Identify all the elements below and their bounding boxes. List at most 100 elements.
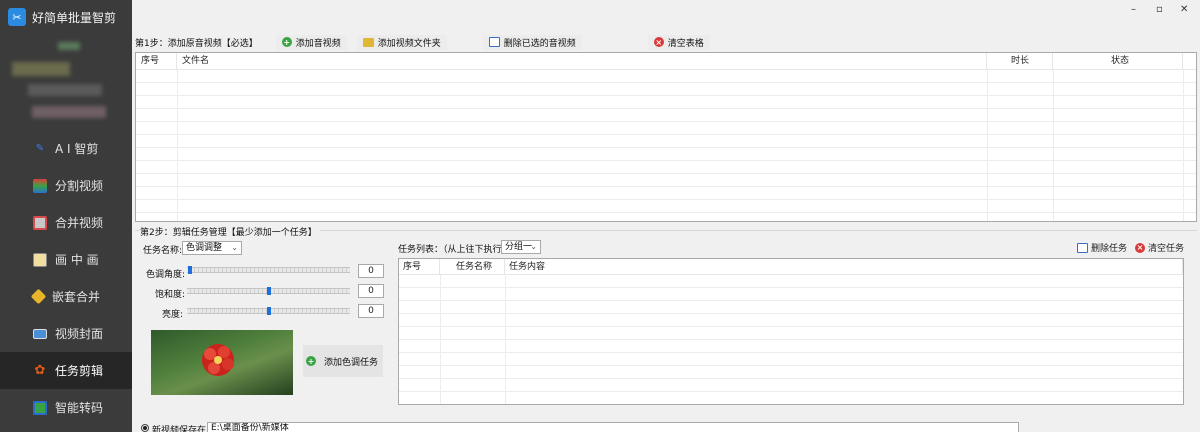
column-header-duration[interactable]: 时长 xyxy=(987,53,1053,69)
delete-task-button[interactable]: 删除任务 xyxy=(1076,241,1127,254)
add-folder-button[interactable]: 添加视频文件夹 xyxy=(356,34,447,50)
task-table[interactable]: 序号 任务名称 任务内容 xyxy=(398,258,1184,405)
minimize-button[interactable]: – xyxy=(1131,4,1136,15)
column-divider xyxy=(505,275,506,404)
add-video-label: 添加音视频 xyxy=(295,38,341,49)
task-name-label: 任务名称: xyxy=(143,246,183,256)
file-table-header: 序号 文件名 时长 状态 xyxy=(136,53,1196,70)
task-group-select[interactable]: 分组一 ⌄ xyxy=(501,240,541,254)
column-divider xyxy=(177,70,178,221)
ai-icon: ✎ xyxy=(35,143,45,154)
chevron-down-icon: ⌄ xyxy=(231,243,238,252)
clear-icon: × xyxy=(653,37,664,47)
add-folder-label: 添加视频文件夹 xyxy=(377,38,441,49)
save-location-bar: 新视频保存在: E:\桌面备份\新媒体 xyxy=(135,420,1200,432)
sidebar-item-label: 嵌套合并 xyxy=(52,290,101,304)
task-name-select[interactable]: 色调调整 ⌄ xyxy=(182,241,242,255)
saturation-label: 饱和度: xyxy=(155,290,186,300)
file-table-body xyxy=(136,70,1196,221)
sidebar-item-merge-video[interactable]: 合并视频 xyxy=(0,204,132,241)
blurred-account-info xyxy=(58,42,80,50)
column-divider xyxy=(987,70,988,221)
app-title: 好简单批量智剪 xyxy=(32,10,117,25)
sidebar-item-label: 合并视频 xyxy=(55,216,104,230)
blurred-account-info xyxy=(28,84,102,96)
delete-task-label: 删除任务 xyxy=(1090,244,1127,254)
file-table[interactable]: 序号 文件名 时长 状态 xyxy=(135,52,1197,222)
save-location-radio[interactable] xyxy=(141,424,149,432)
close-button[interactable]: ✕ xyxy=(1180,4,1188,15)
color-preview-image xyxy=(151,330,293,395)
task-name-value: 色调调整 xyxy=(186,243,223,253)
add-video-button[interactable]: + 添加音视频 xyxy=(275,34,347,50)
sidebar-item-nested-merge[interactable]: 嵌套合并 xyxy=(0,278,132,315)
column-divider xyxy=(1183,70,1184,221)
plus-icon: + xyxy=(306,356,316,366)
sidebar-item-task-edit[interactable]: ✿ 任务剪辑 xyxy=(0,352,132,389)
clear-icon: × xyxy=(1134,242,1145,253)
hue-slider-thumb[interactable] xyxy=(188,266,192,274)
column-divider xyxy=(1053,70,1054,221)
picture-in-picture-icon xyxy=(33,252,47,267)
hue-label: 色调角度: xyxy=(146,270,186,280)
folder-icon xyxy=(362,37,374,47)
step1-toolbar: 第1步：添加原音视频【必选】 + 添加音视频 添加视频文件夹 删除已选的音视频 … xyxy=(135,34,710,50)
video-cover-icon xyxy=(33,328,47,339)
column-header-task-name[interactable]: 任务名称 xyxy=(440,259,505,274)
chevron-down-icon: ⌄ xyxy=(530,242,537,251)
sidebar-item-split-video[interactable]: 分割视频 xyxy=(0,167,132,204)
app-title-bar: ✂ 好简单批量智剪 xyxy=(0,0,132,34)
add-color-task-label: 添加色调任务 xyxy=(324,357,379,368)
sidebar-item-label: 分割视频 xyxy=(55,179,104,193)
task-actions: 删除任务 × 清空任务 xyxy=(1076,241,1184,254)
sidebar-item-smart-transcode[interactable]: 智能转码 xyxy=(0,389,132,426)
clear-tasks-label: 清空任务 xyxy=(1147,244,1184,254)
sidebar-item-video-cover[interactable]: 视频封面 xyxy=(0,315,132,352)
column-header-task-content[interactable]: 任务内容 xyxy=(505,259,1183,274)
column-header-index[interactable]: 序号 xyxy=(399,259,440,274)
delete-selected-label: 删除已选的音视频 xyxy=(503,38,576,49)
brightness-slider-thumb[interactable] xyxy=(267,307,271,315)
sidebar-item-label: 任务剪辑 xyxy=(55,364,104,378)
column-header-filename[interactable]: 文件名 xyxy=(177,53,987,69)
save-radio-wrap xyxy=(135,420,152,432)
brightness-label: 亮度: xyxy=(162,310,184,320)
flower-image xyxy=(202,344,234,376)
column-header-status[interactable]: 状态 xyxy=(1053,53,1183,69)
clear-tasks-button[interactable]: × 清空任务 xyxy=(1134,241,1184,254)
transcode-icon xyxy=(33,400,47,415)
delete-list-icon xyxy=(488,37,500,47)
save-location-label: 新视频保存在: xyxy=(152,426,210,432)
app-logo-icon: ✂ xyxy=(8,8,26,26)
saturation-input[interactable]: 0 xyxy=(358,284,384,298)
sidebar-nav: ✎ A I 智剪 分割视频 合并视频 画 中 画 嵌套合并 视频封面 ✿ 任务剪… xyxy=(0,130,132,426)
task-edit-icon: ✿ xyxy=(34,363,46,378)
blurred-account-info xyxy=(12,62,70,76)
saturation-slider-thumb[interactable] xyxy=(267,287,271,295)
column-divider xyxy=(440,275,441,404)
blurred-account-info xyxy=(32,106,106,118)
step2-label: 第2步：剪辑任务管理【最少添加一个任务】 xyxy=(140,225,320,238)
plus-icon: + xyxy=(281,37,292,47)
delete-selected-button[interactable]: 删除已选的音视频 xyxy=(482,34,582,50)
task-list-label: 任务列表：（从上往下执行） xyxy=(398,245,511,255)
delete-list-icon xyxy=(1076,242,1088,253)
hue-slider[interactable] xyxy=(187,267,350,273)
save-path-input[interactable]: E:\桌面备份\新媒体 xyxy=(207,422,1019,432)
merge-icon xyxy=(33,215,47,230)
clear-table-button[interactable]: × 清空表格 xyxy=(647,34,710,50)
sidebar-item-label: 画 中 画 xyxy=(55,253,99,267)
step1-label: 第1步：添加原音视频【必选】 xyxy=(135,38,258,49)
sidebar-item-label: 智能转码 xyxy=(55,401,104,415)
sidebar-item-ai-edit[interactable]: ✎ A I 智剪 xyxy=(0,130,132,167)
brightness-input[interactable]: 0 xyxy=(358,304,384,318)
split-icon xyxy=(33,178,47,193)
add-color-task-button[interactable]: + 添加色调任务 xyxy=(303,345,383,377)
task-group-value: 分组一 xyxy=(505,242,533,252)
sidebar: ✂ 好简单批量智剪 ✎ A I 智剪 分割视频 合并视频 画 中 画 嵌套合并 … xyxy=(0,0,132,432)
task-table-body xyxy=(399,275,1183,404)
sidebar-item-picture-in-picture[interactable]: 画 中 画 xyxy=(0,241,132,278)
hue-input[interactable]: 0 xyxy=(358,264,384,278)
maximize-button[interactable]: ▫ xyxy=(1156,4,1163,15)
column-header-index[interactable]: 序号 xyxy=(136,53,177,69)
